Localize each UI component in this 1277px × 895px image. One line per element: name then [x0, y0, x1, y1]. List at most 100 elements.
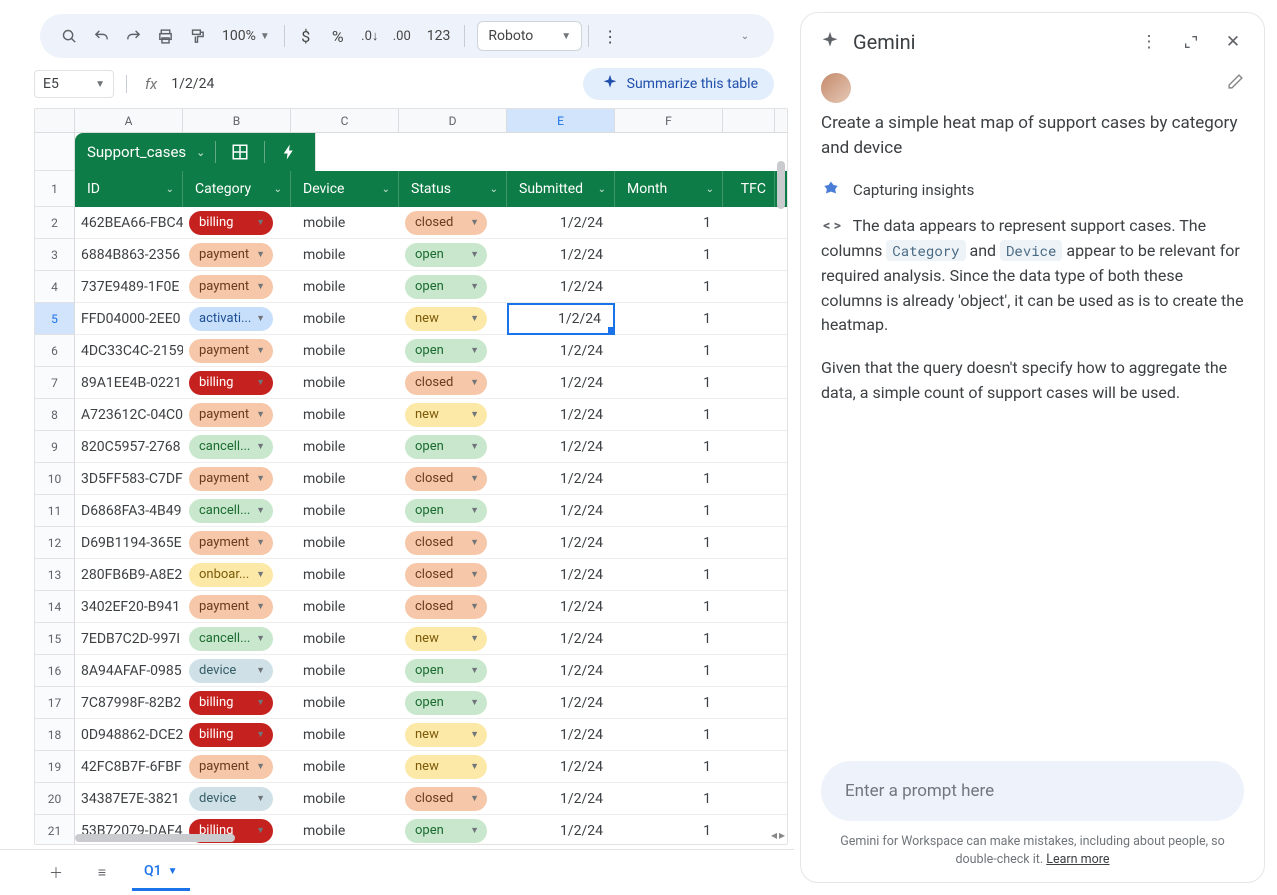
cell-submitted[interactable]: 1/2/24 — [507, 335, 615, 367]
decrease-decimal-button[interactable]: .0↓ — [355, 21, 385, 51]
status-pill[interactable]: open▼ — [405, 499, 487, 523]
format-percent-button[interactable]: % — [323, 21, 353, 51]
cell-tfc[interactable] — [723, 591, 775, 623]
status-pill[interactable]: open▼ — [405, 243, 487, 267]
column-header[interactable]: F — [615, 109, 723, 132]
increase-decimal-button[interactable]: .00 — [387, 21, 417, 51]
category-pill[interactable]: device▼ — [189, 659, 273, 683]
cell-id[interactable]: 462BEA66-FBC4 — [75, 207, 183, 239]
cell-id[interactable]: 7C87998F-82B2 — [75, 687, 183, 719]
status-pill[interactable]: open▼ — [405, 339, 487, 363]
cell-device[interactable]: mobile — [291, 303, 399, 335]
category-pill[interactable]: payment▼ — [189, 275, 273, 299]
cell-id[interactable]: 8A94AFAF-0985 — [75, 655, 183, 687]
format-currency-button[interactable]: $ — [291, 21, 321, 51]
status-pill[interactable]: new▼ — [405, 307, 487, 331]
cell-device[interactable]: mobile — [291, 335, 399, 367]
cell-tfc[interactable] — [723, 783, 775, 815]
category-pill[interactable]: payment▼ — [189, 595, 273, 619]
table-header-cell[interactable]: Submitted⌄ — [507, 171, 615, 207]
cell-month[interactable]: 1 — [615, 719, 723, 751]
cell-submitted[interactable]: 1/2/24 — [507, 495, 615, 527]
cell-month[interactable]: 1 — [615, 783, 723, 815]
row-header[interactable]: 4 — [35, 271, 75, 303]
cell-category[interactable]: activati...▼ — [183, 303, 291, 335]
column-header[interactable]: B — [183, 109, 291, 132]
category-pill[interactable]: billing▼ — [189, 723, 273, 747]
column-header[interactable]: E — [507, 109, 615, 132]
cell-id[interactable]: 280FB6B9-A8E2 — [75, 559, 183, 591]
table-header-cell[interactable]: Status⌄ — [399, 171, 507, 207]
cell-tfc[interactable] — [723, 431, 775, 463]
cell-status[interactable]: open▼ — [399, 431, 507, 463]
status-pill[interactable]: closed▼ — [405, 787, 487, 811]
row-header[interactable]: 12 — [35, 527, 75, 559]
cell-submitted[interactable]: 1/2/24 — [507, 207, 615, 239]
cell-id[interactable]: 737E9489-1F0E — [75, 271, 183, 303]
category-pill[interactable]: cancell...▼ — [189, 435, 273, 459]
formula-input[interactable]: 1/2/24 — [171, 76, 214, 92]
cell-submitted[interactable]: 1/2/24 — [507, 239, 615, 271]
category-pill[interactable]: payment▼ — [189, 243, 273, 267]
cell-status[interactable]: closed▼ — [399, 591, 507, 623]
sheet-tab[interactable]: Q1 ▼ — [132, 855, 190, 891]
cell-submitted[interactable]: 1/2/24 — [507, 527, 615, 559]
cell-device[interactable]: mobile — [291, 463, 399, 495]
status-pill[interactable]: closed▼ — [405, 563, 487, 587]
row-header[interactable]: 18 — [35, 719, 75, 751]
cell-id[interactable]: 6884B863-2356 — [75, 239, 183, 271]
cell-device[interactable]: mobile — [291, 719, 399, 751]
row-header[interactable]: 19 — [35, 751, 75, 783]
cell-id[interactable]: 7EDB7C2D-997I — [75, 623, 183, 655]
category-pill[interactable]: cancell...▼ — [189, 627, 273, 651]
cell-tfc[interactable] — [723, 239, 775, 271]
row-header[interactable]: 14 — [35, 591, 75, 623]
cell-category[interactable]: device▼ — [183, 655, 291, 687]
category-pill[interactable]: billing▼ — [189, 211, 273, 235]
table-header-cell[interactable]: TFC — [723, 171, 775, 207]
cell-month[interactable]: 1 — [615, 495, 723, 527]
cell-submitted[interactable]: 1/2/24 — [507, 655, 615, 687]
cell-month[interactable]: 1 — [615, 207, 723, 239]
category-pill[interactable]: cancell...▼ — [189, 499, 273, 523]
undo-button[interactable] — [86, 21, 116, 51]
cell-status[interactable]: new▼ — [399, 719, 507, 751]
cell-submitted[interactable]: 1/2/24 — [507, 783, 615, 815]
status-pill[interactable]: open▼ — [405, 275, 487, 299]
row-header[interactable]: 16 — [35, 655, 75, 687]
cell-category[interactable]: billing▼ — [183, 687, 291, 719]
status-pill[interactable]: open▼ — [405, 659, 487, 683]
row-header[interactable]: 21 — [35, 815, 75, 844]
search-icon[interactable] — [54, 21, 84, 51]
expand-button[interactable]: ⌄ — [730, 21, 760, 51]
cell-category[interactable]: payment▼ — [183, 239, 291, 271]
cell-id[interactable]: 3D5FF583-C7DF — [75, 463, 183, 495]
cell-id[interactable]: A723612C-04C0 — [75, 399, 183, 431]
table-header-cell[interactable]: Month⌄ — [615, 171, 723, 207]
category-pill[interactable]: payment▼ — [189, 467, 273, 491]
column-header[interactable]: D — [399, 109, 507, 132]
cell-tfc[interactable] — [723, 495, 775, 527]
cell-status[interactable]: new▼ — [399, 623, 507, 655]
cell-id[interactable]: D69B1194-365E — [75, 527, 183, 559]
row-header[interactable]: 2 — [35, 207, 75, 239]
edit-prompt-button[interactable] — [1227, 73, 1244, 95]
cell-category[interactable]: payment▼ — [183, 751, 291, 783]
table-bolt-icon[interactable] — [275, 138, 303, 166]
cell-month[interactable]: 1 — [615, 431, 723, 463]
cell-submitted[interactable]: 1/2/24 — [507, 623, 615, 655]
cell-category[interactable]: payment▼ — [183, 463, 291, 495]
cell-status[interactable]: closed▼ — [399, 463, 507, 495]
cell-category[interactable]: payment▼ — [183, 399, 291, 431]
cell-tfc[interactable] — [723, 527, 775, 559]
cell-category[interactable]: cancell...▼ — [183, 431, 291, 463]
cell-month[interactable]: 1 — [615, 687, 723, 719]
table-header-cell[interactable]: Category⌄ — [183, 171, 291, 207]
cell-category[interactable]: billing▼ — [183, 367, 291, 399]
status-pill[interactable]: closed▼ — [405, 595, 487, 619]
cell-status[interactable]: closed▼ — [399, 559, 507, 591]
vertical-scrollbar[interactable] — [777, 161, 785, 209]
cell-id[interactable]: 820C5957-2768 — [75, 431, 183, 463]
cell-status[interactable]: new▼ — [399, 399, 507, 431]
cell-month[interactable]: 1 — [615, 367, 723, 399]
